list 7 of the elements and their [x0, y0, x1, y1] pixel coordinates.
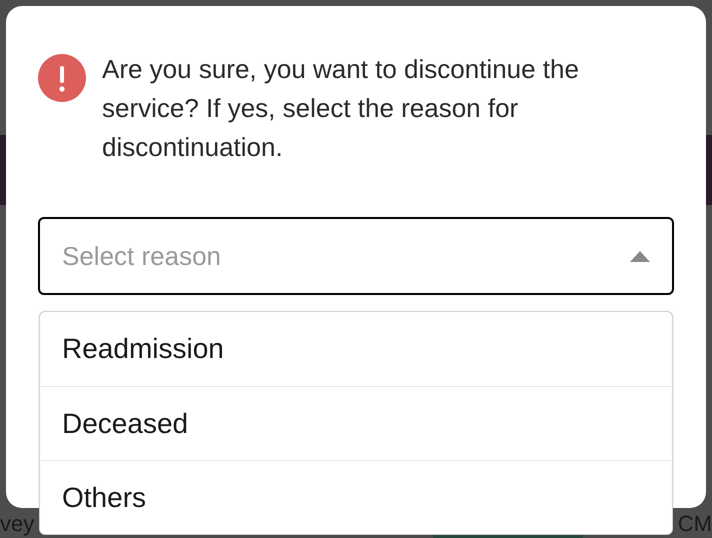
dropdown-option[interactable]: Deceased — [40, 386, 672, 460]
confirmation-message: Are you sure, you want to discontinue the service? If yes, select the reason for discontinuation. — [102, 53, 580, 164]
select-placeholder: Select reason — [62, 240, 221, 272]
dropdown-option[interactable]: Readmission — [40, 312, 672, 386]
caret-up-icon — [630, 250, 650, 262]
warning-icon — [38, 54, 86, 102]
dropdown-option[interactable]: Others — [40, 460, 672, 534]
